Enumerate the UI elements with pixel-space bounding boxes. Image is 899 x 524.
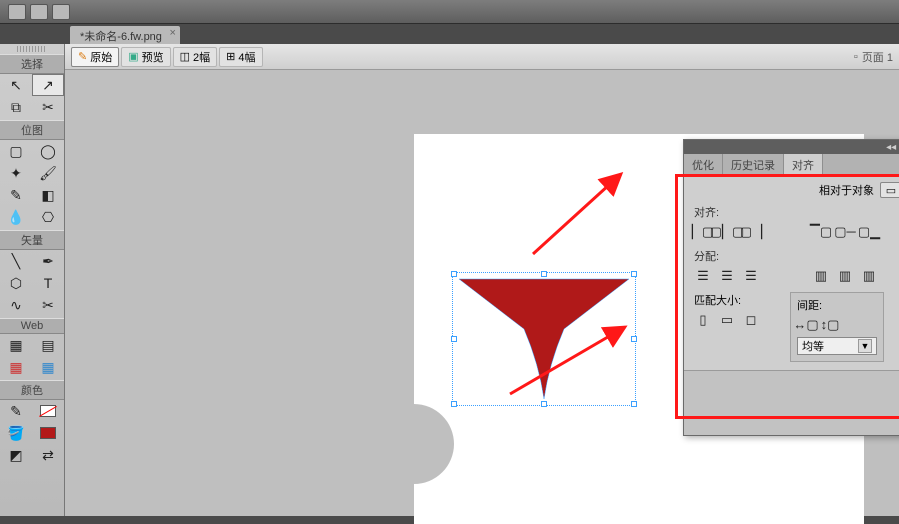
panel-tabs: 优化 历史记录 对齐: [684, 154, 899, 176]
shape-tool[interactable]: ⬡: [0, 272, 32, 294]
align-right-icon[interactable]: ▢▕: [742, 224, 760, 240]
slice-tool[interactable]: ▤: [32, 334, 64, 356]
align-hcenter-icon[interactable]: ▢▏▢: [718, 224, 736, 240]
handle-bl[interactable]: [451, 401, 457, 407]
handle-tr[interactable]: [631, 271, 637, 277]
panel-collapse-icon[interactable]: ◂◂: [886, 142, 896, 153]
brush-tool[interactable]: 🖌: [32, 162, 64, 184]
swap-colors[interactable]: ⇄: [32, 444, 64, 466]
match-width-icon[interactable]: ▯: [694, 312, 712, 328]
spacing-dropdown[interactable]: 均等▼: [797, 337, 877, 355]
toolbar-icon[interactable]: [8, 4, 26, 20]
view-original[interactable]: ✎原始: [71, 47, 119, 67]
selected-shape[interactable]: [454, 274, 634, 404]
match-size-label: 匹配大小:: [694, 292, 760, 308]
dist-left-icon[interactable]: ▥: [812, 268, 830, 284]
page-indicator[interactable]: ▫页面 1: [854, 49, 893, 65]
toolbar-icon[interactable]: [30, 4, 48, 20]
freeform-tool[interactable]: ∿: [0, 294, 32, 316]
fill-swatch[interactable]: [32, 422, 64, 444]
scale-tool[interactable]: ⧉: [0, 96, 32, 118]
tab-optimize[interactable]: 优化: [684, 154, 723, 176]
lasso-tool[interactable]: ◯: [32, 140, 64, 162]
section-colors: 颜色: [0, 380, 64, 400]
dist-right-icon[interactable]: ▥: [860, 268, 878, 284]
hotspot-tool[interactable]: ▦: [0, 334, 32, 356]
match-height-icon[interactable]: ▭: [718, 312, 736, 328]
relative-to-canvas-button[interactable]: ▭: [880, 182, 899, 198]
view-4up[interactable]: ⊞4幅: [219, 47, 262, 67]
pen-tool[interactable]: ✒: [32, 250, 64, 272]
handle-mr[interactable]: [631, 336, 637, 342]
eraser-tool[interactable]: ◧: [32, 184, 64, 206]
app-toolbar: [0, 0, 899, 24]
align-vcenter-icon[interactable]: ▢─: [836, 224, 854, 240]
text-tool[interactable]: T: [32, 272, 64, 294]
align-top-icon[interactable]: ▔▢: [812, 224, 830, 240]
match-both-icon[interactable]: ◻: [742, 312, 760, 328]
canvas-area: ✎原始 ▣预览 ◫2幅 ⊞4幅 ▫页面 1: [65, 44, 899, 516]
dist-hcenter-icon[interactable]: ▥: [836, 268, 854, 284]
section-vector: 矢量: [0, 230, 64, 250]
handle-br[interactable]: [631, 401, 637, 407]
knife-tool[interactable]: ✂: [32, 294, 64, 316]
tools-panel: 选择 ↖ ↗ ⧉ ✂ 位图 ▢ ◯ ✦ 🖌 ✎ ◧ 💧 ⎔ 矢量 ╲ ✒ ⬡ T…: [0, 44, 65, 516]
canvas-notch: [414, 404, 454, 484]
stroke-swatch[interactable]: [32, 400, 64, 422]
relative-to-label: 相对于对象: [819, 182, 874, 198]
tab-history[interactable]: 历史记录: [723, 154, 784, 176]
section-bitmap: 位图: [0, 120, 64, 140]
pointer-tool[interactable]: ↖: [0, 74, 32, 96]
space-h-icon[interactable]: ↔▢: [797, 317, 815, 333]
wand-tool[interactable]: ✦: [0, 162, 32, 184]
chevron-down-icon: ▼: [858, 339, 872, 353]
stroke-color[interactable]: ✎: [0, 400, 32, 422]
fill-color[interactable]: 🪣: [0, 422, 32, 444]
tab-align[interactable]: 对齐: [784, 154, 823, 176]
dist-top-icon[interactable]: ☰: [694, 268, 712, 284]
dist-bottom-icon[interactable]: ☰: [742, 268, 760, 284]
distribute-label: 分配:: [694, 248, 754, 264]
pencil-tool[interactable]: ✎: [0, 184, 32, 206]
section-web: Web: [0, 318, 64, 334]
handle-ml[interactable]: [451, 336, 457, 342]
view-preview[interactable]: ▣预览: [121, 47, 170, 67]
panel-header[interactable]: ◂◂ ×: [684, 140, 899, 154]
handle-bm[interactable]: [541, 401, 547, 407]
view-2up[interactable]: ◫2幅: [173, 47, 218, 67]
section-select: 选择: [0, 54, 64, 74]
document-tab-bar: *未命名-6.fw.png: [0, 24, 899, 44]
subselect-tool[interactable]: ↗: [32, 74, 64, 96]
hide-slice-tool[interactable]: ▦: [0, 356, 32, 378]
line-tool[interactable]: ╲: [0, 250, 32, 272]
show-slice-tool[interactable]: ▦: [32, 356, 64, 378]
spacing-label: 间距:: [797, 297, 877, 313]
selection-outline: [452, 272, 636, 406]
align-panel: ◂◂ × 优化 历史记录 对齐 相对于对象 ▭ 对齐: ▏▢ ▢▏▢ ▢▕: [683, 139, 899, 436]
crop-tool[interactable]: ✂: [32, 96, 64, 118]
space-v-icon[interactable]: ↕▢: [821, 317, 839, 333]
handle-tl[interactable]: [451, 271, 457, 277]
blur-tool[interactable]: 💧: [0, 206, 32, 228]
stamp-tool[interactable]: ⎔: [32, 206, 64, 228]
panel-footer: [684, 370, 899, 435]
dist-vcenter-icon[interactable]: ☰: [718, 268, 736, 284]
view-bar: ✎原始 ▣预览 ◫2幅 ⊞4幅 ▫页面 1: [65, 44, 899, 70]
panel-grip[interactable]: [17, 46, 47, 52]
align-bottom-icon[interactable]: ▢▁: [860, 224, 878, 240]
handle-tm[interactable]: [541, 271, 547, 277]
marquee-tool[interactable]: ▢: [0, 140, 32, 162]
document-tab[interactable]: *未命名-6.fw.png: [70, 26, 180, 44]
align-label: 对齐:: [694, 204, 754, 220]
default-colors[interactable]: ◩: [0, 444, 32, 466]
toolbar-icon[interactable]: [52, 4, 70, 20]
